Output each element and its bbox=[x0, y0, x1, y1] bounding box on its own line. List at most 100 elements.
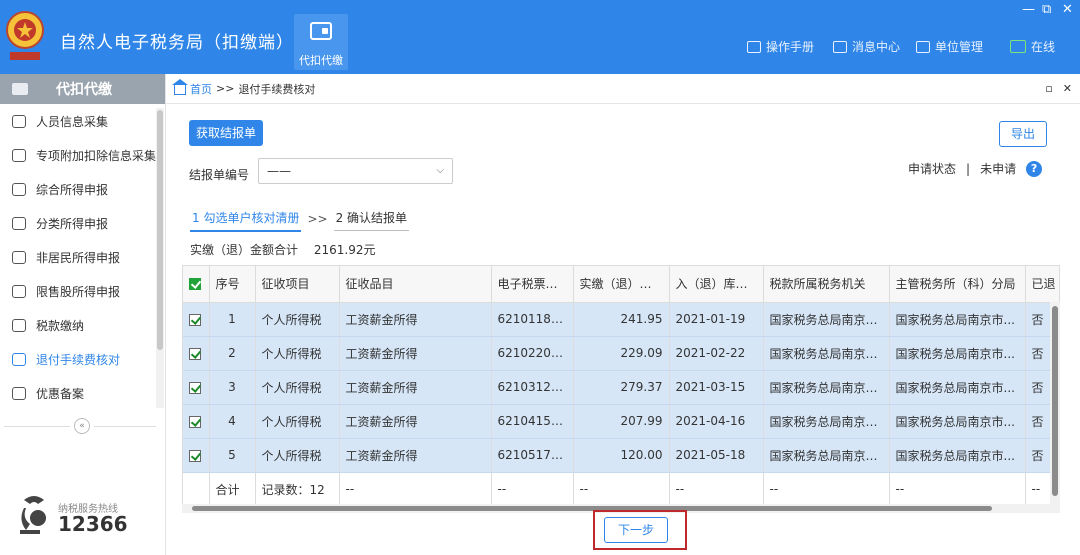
table-row[interactable]: 4 个人所得税 工资薪金所得 621041510... 207.99 2021-… bbox=[183, 404, 1059, 439]
layers-icon bbox=[12, 182, 26, 196]
breadcrumb-home[interactable]: 首页 bbox=[190, 81, 212, 97]
help-icon[interactable]: ? bbox=[1026, 160, 1043, 177]
table-vscroll-thumb[interactable] bbox=[1052, 306, 1058, 496]
row-checkbox[interactable] bbox=[189, 449, 201, 462]
headset-icon bbox=[20, 496, 46, 534]
col-sub-item: 征收品目 bbox=[339, 266, 492, 303]
sidebar-item-restricted-shares[interactable]: 限售股所得申报 bbox=[0, 274, 165, 308]
sidebar-item-nonresident-income[interactable]: 非居民所得申报 bbox=[0, 240, 165, 274]
footer-blank: -- bbox=[573, 471, 670, 506]
select-all-checkbox[interactable] bbox=[189, 278, 201, 291]
panel-controls: ▫ ✕ bbox=[1045, 82, 1072, 95]
sidebar-item-label: 综合所得申报 bbox=[36, 182, 109, 197]
row-checkbox[interactable] bbox=[189, 415, 201, 428]
status-value: 未申请 bbox=[980, 162, 1017, 176]
mail-icon bbox=[833, 40, 847, 53]
doc-check-icon bbox=[12, 352, 26, 366]
sidebar-item-classified-income[interactable]: 分类所得申报 bbox=[0, 206, 165, 240]
sort-icon[interactable]: ▲ bbox=[751, 281, 757, 290]
footer-blank: -- bbox=[889, 471, 1026, 506]
sidebar-item-comprehensive-income[interactable]: 综合所得申报 bbox=[0, 172, 165, 206]
sidebar-scroll-thumb[interactable] bbox=[157, 110, 163, 350]
sidebar-item-preferential-filing[interactable]: 优惠备案 bbox=[0, 376, 165, 410]
tab-withholding[interactable]: 代扣代缴 bbox=[294, 14, 348, 70]
menu-messages-label: 消息中心 bbox=[852, 40, 901, 54]
sidebar-item-label: 限售股所得申报 bbox=[36, 284, 121, 299]
minimize-button[interactable]: — bbox=[1022, 2, 1035, 17]
fetch-report-button[interactable]: 获取结报单 bbox=[189, 120, 263, 146]
breadcrumb-current: 退付手续费核对 bbox=[238, 82, 316, 96]
status-label: 申请状态 bbox=[908, 162, 957, 176]
row-checkbox-cell[interactable] bbox=[183, 370, 210, 405]
sidebar-item-person-info[interactable]: 人员信息采集 bbox=[0, 104, 165, 138]
hotline: 纳税服务热线 12366 bbox=[16, 494, 156, 538]
step-2[interactable]: 2 确认结报单 bbox=[333, 207, 410, 231]
table-row[interactable]: 1 个人所得税 工资薪金所得 621011810... 241.95 2021-… bbox=[183, 302, 1059, 337]
collapse-sidebar-button[interactable]: « bbox=[74, 418, 90, 434]
bar-chart-icon bbox=[12, 284, 26, 298]
sidebar-item-special-deduction[interactable]: 专项附加扣除信息采集 bbox=[0, 138, 165, 172]
building-icon bbox=[916, 40, 930, 53]
sidebar-item-label: 税款缴纳 bbox=[36, 318, 85, 333]
table-vertical-scrollbar[interactable] bbox=[1050, 302, 1060, 512]
cell-date: 2021-03-15 bbox=[669, 370, 764, 405]
cell-no: 4 bbox=[209, 404, 256, 439]
cell-date: 2021-05-18 bbox=[669, 438, 764, 473]
cell-no: 3 bbox=[209, 370, 256, 405]
menu-online[interactable]: 在线 bbox=[1010, 38, 1055, 55]
step-indicator: 1 勾选单户核对清册 >> 2 确认结报单 bbox=[190, 206, 410, 232]
row-checkbox[interactable] bbox=[189, 347, 201, 360]
cell-branch: 国家税务总局南京市... bbox=[889, 302, 1026, 337]
close-panel-button[interactable]: ✕ bbox=[1063, 82, 1072, 95]
tax-logo-icon bbox=[6, 11, 44, 60]
select-all-cell[interactable] bbox=[183, 266, 210, 303]
sidebar-scrollbar[interactable] bbox=[156, 108, 164, 408]
row-checkbox-cell[interactable] bbox=[183, 438, 210, 473]
person-icon bbox=[12, 114, 26, 128]
close-button[interactable]: ✕ bbox=[1062, 2, 1073, 17]
report-no-select[interactable]: —— ⌵ bbox=[258, 158, 453, 184]
step-1[interactable]: 1 勾选单户核对清册 bbox=[190, 207, 302, 232]
sidebar-item-label: 非居民所得申报 bbox=[36, 250, 121, 265]
main-content: 首页 >> 退付手续费核对 ▫ ✕ 获取结报单 导出 结报单编号 —— ⌵ 申请… bbox=[166, 74, 1080, 555]
cell-ticket: 621031210... bbox=[491, 370, 574, 405]
row-checkbox-cell[interactable] bbox=[183, 404, 210, 439]
cell-branch: 国家税务总局南京市... bbox=[889, 438, 1026, 473]
export-button[interactable]: 导出 bbox=[999, 121, 1047, 147]
cell-date: 2021-02-22 bbox=[669, 336, 764, 371]
sidebar-item-label: 人员信息采集 bbox=[36, 114, 109, 129]
footer-record-count: 记录数：12 bbox=[255, 471, 340, 506]
sidebar-item-tax-payment[interactable]: 税款缴纳 bbox=[0, 308, 165, 342]
menu-messages[interactable]: 消息中心 bbox=[833, 38, 900, 55]
menu-unit[interactable]: 单位管理 bbox=[916, 38, 983, 55]
col-ticket: 电子税票号码 bbox=[491, 266, 574, 303]
cell-amount: 120.00 bbox=[573, 438, 670, 473]
next-step-button[interactable]: 下一步 bbox=[604, 517, 668, 543]
col-date[interactable]: 入（退）库… ▲ bbox=[669, 266, 764, 303]
table-hscroll-thumb[interactable] bbox=[192, 506, 992, 511]
hotline-number: 12366 bbox=[58, 512, 128, 536]
row-checkbox-cell[interactable] bbox=[183, 302, 210, 337]
doc-icon bbox=[12, 386, 26, 400]
sidebar-item-fee-check[interactable]: 退付手续费核对 bbox=[0, 342, 165, 376]
report-no-label: 结报单编号 bbox=[189, 168, 250, 182]
cell-sub-item: 工资薪金所得 bbox=[339, 404, 492, 439]
restore-button[interactable]: ⧉ bbox=[1042, 2, 1051, 17]
table-row[interactable]: 5 个人所得税 工资薪金所得 621051710... 120.00 2021-… bbox=[183, 438, 1059, 473]
table-row[interactable]: 3 个人所得税 工资薪金所得 621031210... 279.37 2021-… bbox=[183, 370, 1059, 405]
menu-unit-label: 单位管理 bbox=[935, 40, 984, 54]
maximize-panel-button[interactable]: ▫ bbox=[1045, 82, 1052, 95]
menu-manual[interactable]: 操作手册 bbox=[747, 38, 814, 55]
row-checkbox[interactable] bbox=[189, 313, 201, 326]
amount-summary: 实缴（退）金额合计 2161.92元 bbox=[190, 241, 375, 258]
cell-sub-item: 工资薪金所得 bbox=[339, 336, 492, 371]
table-row[interactable]: 2 个人所得税 工资薪金所得 621022010... 229.09 2021-… bbox=[183, 336, 1059, 371]
monitor-icon bbox=[1010, 40, 1026, 53]
row-checkbox[interactable] bbox=[189, 381, 201, 394]
table-footer-row: 合计 记录数：12 -- -- -- -- -- -- -- bbox=[183, 471, 1059, 506]
report-no-value: —— bbox=[267, 164, 291, 178]
cell-office: 国家税务总局南京市... bbox=[763, 302, 890, 337]
cell-no: 1 bbox=[209, 302, 256, 337]
row-checkbox-cell[interactable] bbox=[183, 336, 210, 371]
cell-sub-item: 工资薪金所得 bbox=[339, 370, 492, 405]
